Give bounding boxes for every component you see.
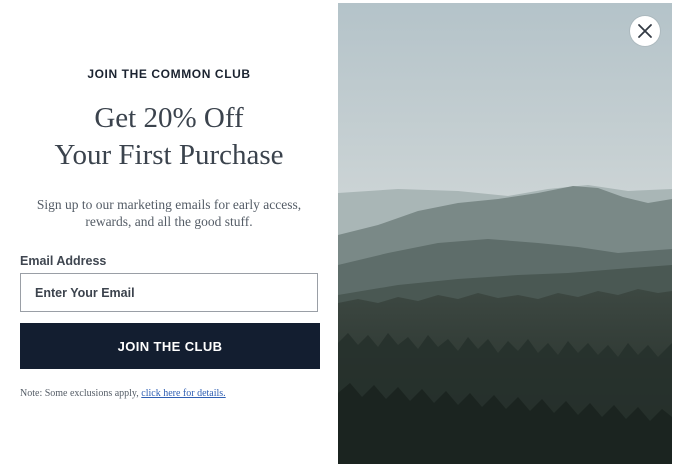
headline-line-1: Get 20% Off xyxy=(94,102,244,134)
headline-line-2: Your First Purchase xyxy=(54,139,284,171)
signup-modal: JOIN THE COMMON CLUB Get 20% Off Your Fi… xyxy=(0,0,674,464)
join-club-button[interactable]: JOIN THE CLUB xyxy=(20,323,320,369)
close-button[interactable] xyxy=(630,16,660,46)
email-field-wrapper xyxy=(20,273,318,312)
email-label: Email Address xyxy=(20,254,107,268)
email-field[interactable] xyxy=(21,274,317,311)
details-link[interactable]: click here for details. xyxy=(141,388,225,399)
headline: Get 20% Off Your First Purchase xyxy=(0,100,338,174)
eyebrow-title: JOIN THE COMMON CLUB xyxy=(87,67,251,81)
subtext: Sign up to our marketing emails for earl… xyxy=(36,197,302,229)
note-text: Note: Some exclusions apply, xyxy=(20,388,139,399)
mountain-forest-image xyxy=(338,3,672,464)
note: Note: Some exclusions apply, click here … xyxy=(20,388,226,399)
signup-panel: JOIN THE COMMON CLUB Get 20% Off Your Fi… xyxy=(0,0,338,464)
